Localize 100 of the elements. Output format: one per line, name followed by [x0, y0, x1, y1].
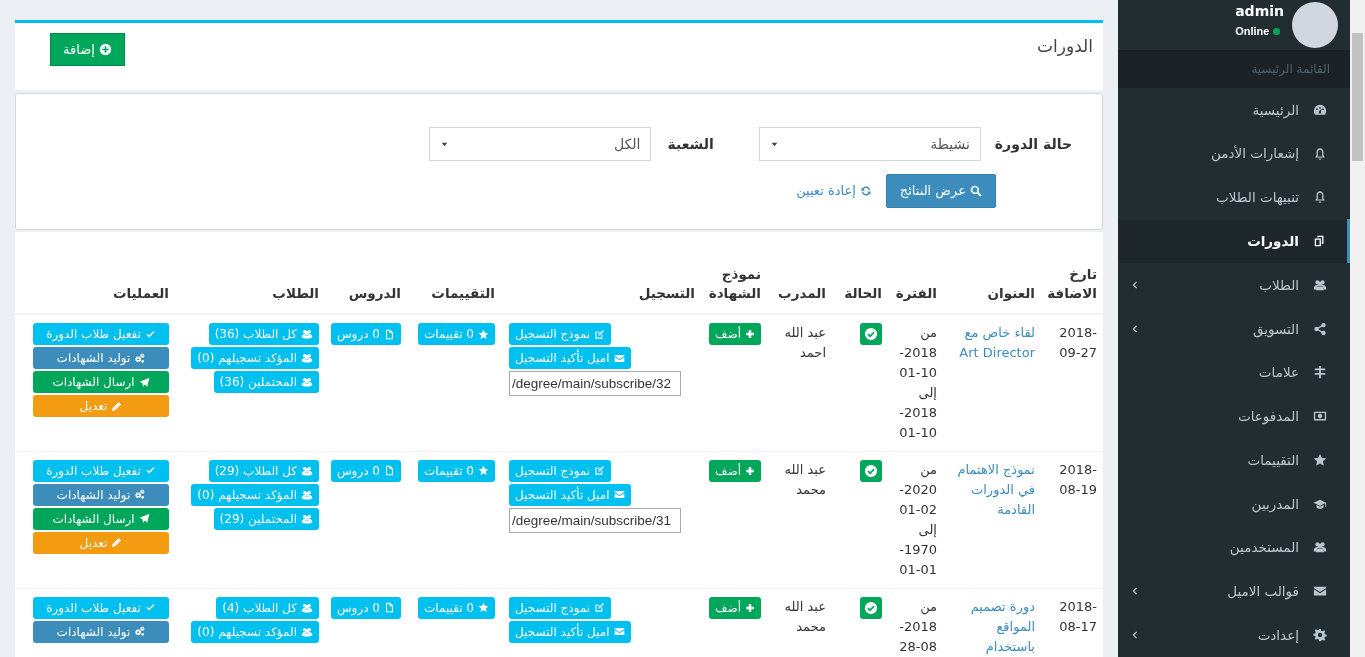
users-icon — [301, 625, 313, 638]
sidebar-item[interactable]: الرئيسية — [1118, 87, 1350, 132]
operation-button[interactable]: توليد الشهادات — [33, 483, 169, 506]
course-title-link[interactable]: لقاء خاص مع Art Director — [949, 323, 1035, 363]
sidebar-item[interactable]: علامات — [1118, 350, 1350, 395]
operation-button[interactable]: ارسال الشهادات — [33, 507, 169, 530]
sidebar-item[interactable]: التقييمات — [1118, 438, 1350, 482]
select-field[interactable]: الكل — [429, 127, 652, 161]
add-certificate-button[interactable]: أضف — [709, 323, 761, 345]
period-cell-text: من 2018-08-28 — [898, 597, 937, 656]
users-icon — [301, 601, 313, 614]
search-button[interactable]: عرض النتائج — [885, 174, 996, 208]
add-certificate-button[interactable]: أضف — [709, 596, 761, 619]
column-header: العمليات — [15, 260, 175, 314]
sidebar-item[interactable]: الدورات — [1118, 219, 1350, 263]
share-nodes-icon — [1313, 321, 1327, 336]
period-cell-text: من 2020-02-01 إلى 1970-01-01 — [898, 460, 937, 579]
students-button[interactable]: المؤكد تسجيلهم (0) — [191, 483, 319, 506]
sidebar-item[interactable]: الطلاب — [1118, 263, 1350, 307]
operation-button[interactable]: تفعيل طلاب الدورة — [33, 323, 169, 345]
envelope-icon — [613, 352, 625, 364]
students-button[interactable]: كل الطلاب (4) — [216, 596, 319, 619]
column-header: نموذج الشهادة — [701, 260, 767, 314]
gears-icon — [134, 352, 146, 364]
users-icon — [1313, 277, 1327, 292]
operation-button[interactable]: ارسال الشهادات — [33, 371, 169, 393]
lessons-button[interactable]: 0 دروس — [330, 323, 401, 345]
star-icon — [478, 465, 489, 476]
check-icon — [144, 328, 156, 340]
students-button[interactable]: المؤكد تسجيلهم (0) — [191, 347, 319, 369]
user-status: Online — [1235, 24, 1270, 39]
subscribe-link-field[interactable]: /degree/main/subscribe/32 — [509, 371, 681, 396]
check-icon — [144, 465, 156, 476]
column-header: الدروس — [325, 260, 407, 314]
sidebar-item[interactable]: قوالب الاميل — [1118, 569, 1350, 614]
add-certificate-button[interactable]: أضف — [709, 459, 761, 482]
users-icon — [301, 464, 313, 477]
star-icon — [478, 328, 489, 340]
operation-button[interactable]: توليد الشهادات — [33, 620, 169, 643]
registration-button[interactable]: اميل تأكيد التسجيل — [509, 483, 631, 506]
course-title-link[interactable]: دورة تصميم المواقع باستخدام — [949, 596, 1035, 657]
select-field[interactable]: نشيطة — [758, 127, 981, 161]
menu-header: القائمة الرئيسية — [1118, 49, 1350, 88]
column-header: الحالة — [832, 260, 888, 314]
page-title: الدورات — [1037, 35, 1093, 58]
edit-icon — [594, 465, 606, 476]
trainer-cell-text: عبد الله محمد — [783, 460, 826, 499]
registration-button[interactable]: نموذج التسجيل — [509, 596, 612, 619]
subscribe-link-field[interactable]: /degree/main/subscribe/31 — [509, 507, 681, 533]
plus-icon — [745, 329, 755, 339]
period-cell-text: من 2018-10-01 إلى 2018-10-01 — [898, 324, 937, 442]
students-button[interactable]: المحتملين (29) — [213, 507, 319, 530]
students-button[interactable]: كل الطلاب (36) — [208, 323, 319, 345]
sidebar-item[interactable]: إشعارات الأدمن — [1118, 131, 1350, 176]
date-cell-text: 2018-08-19 — [1058, 460, 1097, 499]
registration-button[interactable]: اميل تأكيد التسجيل — [509, 347, 631, 369]
sidebar-item[interactable]: إعدادت — [1118, 613, 1350, 657]
registration-button[interactable]: نموذج التسجيل — [509, 323, 612, 345]
ratings-button[interactable]: 0 تقييمات — [418, 596, 495, 619]
users-icon — [301, 352, 313, 364]
add-button[interactable]: إضافة — [50, 33, 125, 66]
course-title-link[interactable]: نموذج الاهتمام في الدورات القادمة — [949, 459, 1035, 520]
scrollbar[interactable] — [1350, 0, 1365, 657]
operation-button[interactable]: تعديل — [33, 531, 169, 554]
operation-button[interactable]: تفعيل طلاب الدورة — [33, 459, 169, 482]
star-icon — [1313, 452, 1327, 467]
lessons-button[interactable]: 0 دروس — [330, 596, 401, 619]
ratings-button[interactable]: 0 تقييمات — [418, 323, 495, 345]
envelope-icon — [613, 626, 625, 637]
gear-icon — [1313, 628, 1327, 642]
sidebar-item[interactable]: المدفوعات — [1118, 394, 1350, 439]
sidebar-item[interactable]: تنبيهات الطلاب — [1118, 175, 1350, 220]
students-button[interactable]: كل الطلاب (29) — [208, 459, 319, 482]
file-icon — [384, 602, 395, 613]
edit-icon — [594, 602, 606, 613]
operation-button[interactable]: تفعيل طلاب الدورة — [33, 596, 169, 619]
students-button[interactable]: المحتملين (36) — [213, 371, 319, 393]
date-cell-text: 2018-09-27 — [1058, 324, 1097, 362]
column-header: الطلاب — [175, 260, 325, 314]
operation-button[interactable]: تعديل — [33, 395, 169, 417]
bell-icon — [1313, 146, 1327, 161]
registration-button[interactable]: نموذج التسجيل — [509, 459, 612, 482]
reset-link[interactable]: إعادة تعيين — [796, 181, 872, 201]
column-header: الفترة — [888, 260, 943, 314]
date-cell-text: 2018-08-17 — [1058, 597, 1097, 636]
operation-button[interactable]: توليد الشهادات — [33, 347, 169, 369]
students-button[interactable]: المؤكد تسجيلهم (0) — [191, 620, 319, 643]
lessons-button[interactable]: 0 دروس — [330, 459, 401, 482]
copy-icon — [1313, 234, 1327, 249]
envelope-icon — [613, 489, 625, 500]
check-icon — [144, 602, 156, 613]
sidebar-item[interactable]: المدربين — [1118, 481, 1350, 526]
registration-button[interactable]: اميل تأكيد التسجيل — [509, 620, 631, 643]
plus-circle-icon — [98, 43, 112, 56]
sidebar-item[interactable]: المستخدمين — [1118, 525, 1350, 570]
column-header: التقييمات — [407, 260, 501, 314]
file-icon — [384, 328, 395, 340]
ratings-button[interactable]: 0 تقييمات — [418, 459, 495, 482]
column-header: التسجيل — [501, 260, 701, 314]
sidebar-item[interactable]: التسويق — [1118, 306, 1350, 351]
